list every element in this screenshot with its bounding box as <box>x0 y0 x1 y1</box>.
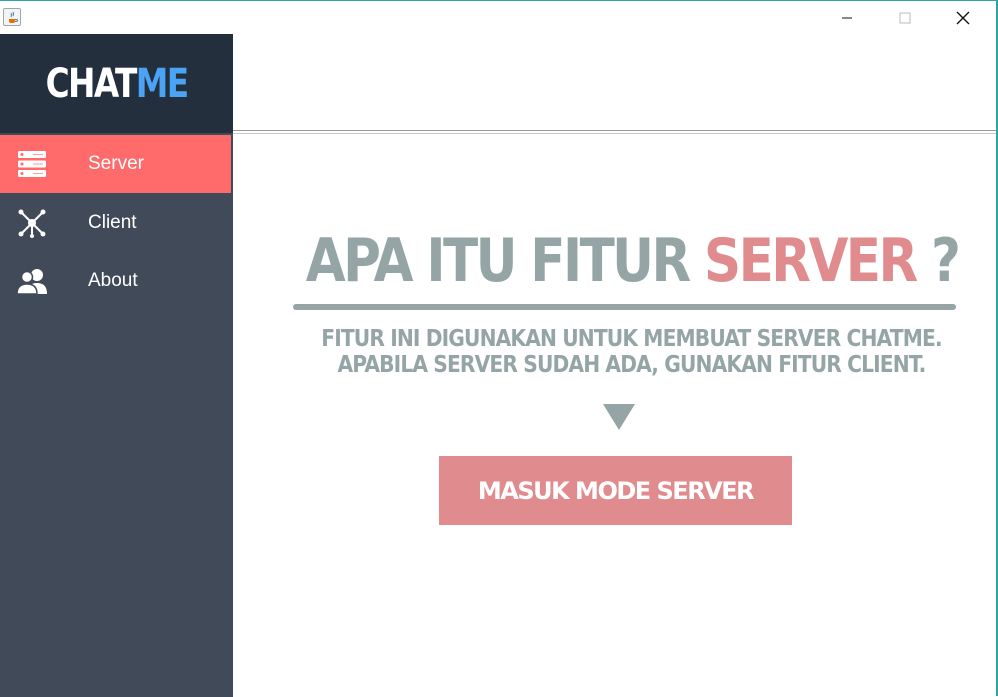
sidebar-item-client[interactable]: Client <box>0 194 231 252</box>
enter-server-mode-button[interactable]: MASUK MODE SERVER <box>439 456 792 525</box>
title-suffix: ? <box>915 226 961 296</box>
sidebar-item-label: About <box>88 270 138 291</box>
minimize-button[interactable] <box>818 1 876 34</box>
network-icon <box>17 208 47 238</box>
users-icon <box>17 266 47 296</box>
app-window: CHATME Server Client About APA ITU FITUR… <box>0 0 998 697</box>
sidebar-item-about[interactable]: About <box>0 252 231 310</box>
button-label: MASUK MODE SERVER <box>477 476 755 505</box>
description-line-2: APABILA SERVER SUDAH ADA, GUNAKAN FITUR … <box>337 352 926 378</box>
sidebar: CHATME Server Client About <box>0 34 233 697</box>
close-button[interactable] <box>934 1 992 34</box>
server-icon <box>17 149 47 179</box>
java-app-icon <box>3 8 21 26</box>
title-underline <box>293 304 956 310</box>
page-title: APA ITU FITUR SERVER ? <box>292 226 971 296</box>
title-bar[interactable] <box>0 1 996 34</box>
logo-chat-text: CHAT <box>45 60 138 107</box>
maximize-button[interactable] <box>876 1 934 34</box>
sidebar-item-label: Client <box>88 212 137 233</box>
description-line-1: FITUR INI DIGUNAKAN UNTUK MEMBUAT SERVER… <box>321 326 942 352</box>
main-content: APA ITU FITUR SERVER ? FITUR INI DIGUNAK… <box>233 134 996 697</box>
logo-area: CHATME <box>0 34 233 133</box>
app-logo: CHATME <box>45 60 190 107</box>
logo-me-text: ME <box>135 60 189 107</box>
arrow-down-icon <box>603 404 635 430</box>
title-accent: SERVER <box>704 226 918 296</box>
sidebar-item-server[interactable]: Server <box>0 135 231 193</box>
description: FITUR INI DIGUNAKAN UNTUK MEMBUAT SERVER… <box>284 326 979 378</box>
sidebar-item-label: Server <box>88 153 144 174</box>
header-area <box>233 34 996 131</box>
title-prefix: APA ITU FITUR <box>305 226 705 296</box>
